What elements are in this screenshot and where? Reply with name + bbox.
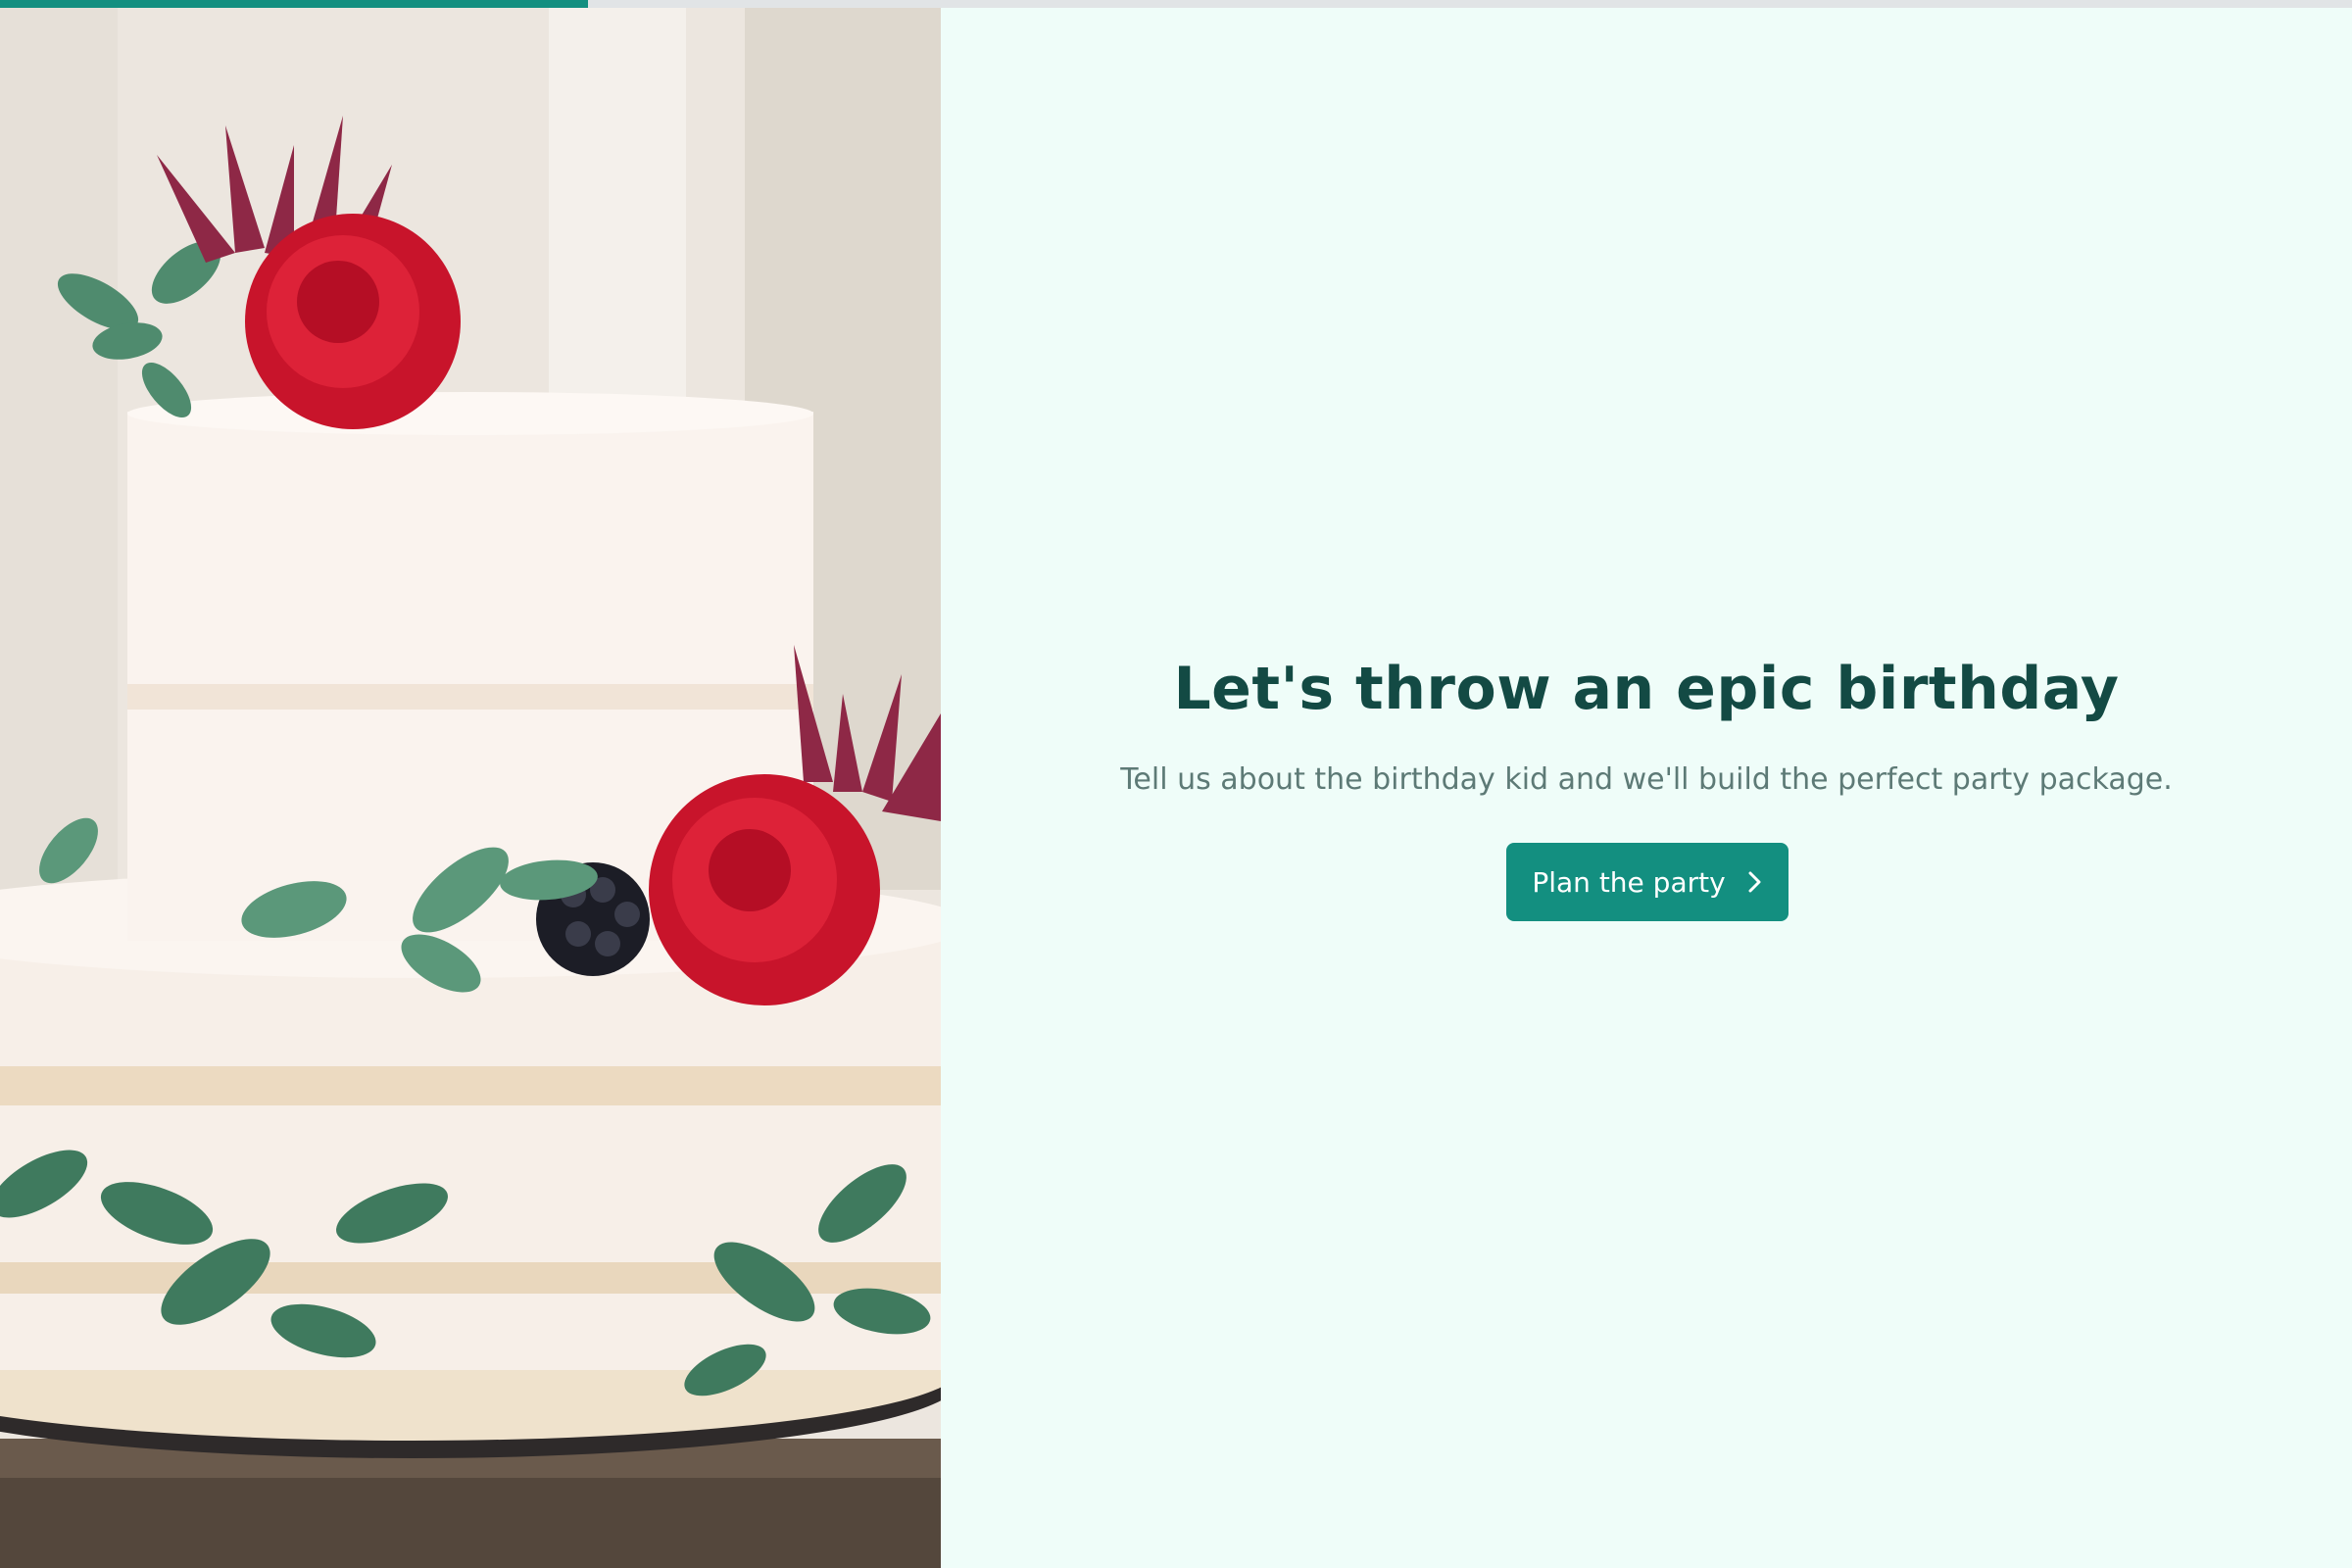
progress-bar-fill	[0, 0, 588, 8]
page-subtitle: Tell us about the birthday kid and we'll…	[1120, 762, 2173, 797]
plan-party-button[interactable]: Plan the party	[1506, 843, 1788, 921]
hero-cake-image	[0, 8, 941, 1568]
chevron-right-icon	[1747, 870, 1763, 894]
progress-bar	[0, 0, 2352, 8]
plan-party-button-label: Plan the party	[1532, 865, 1726, 899]
intro-panel: Let's throw an epic birthday Tell us abo…	[941, 8, 2352, 1568]
page-title: Let's throw an epic birthday	[1173, 655, 2120, 723]
